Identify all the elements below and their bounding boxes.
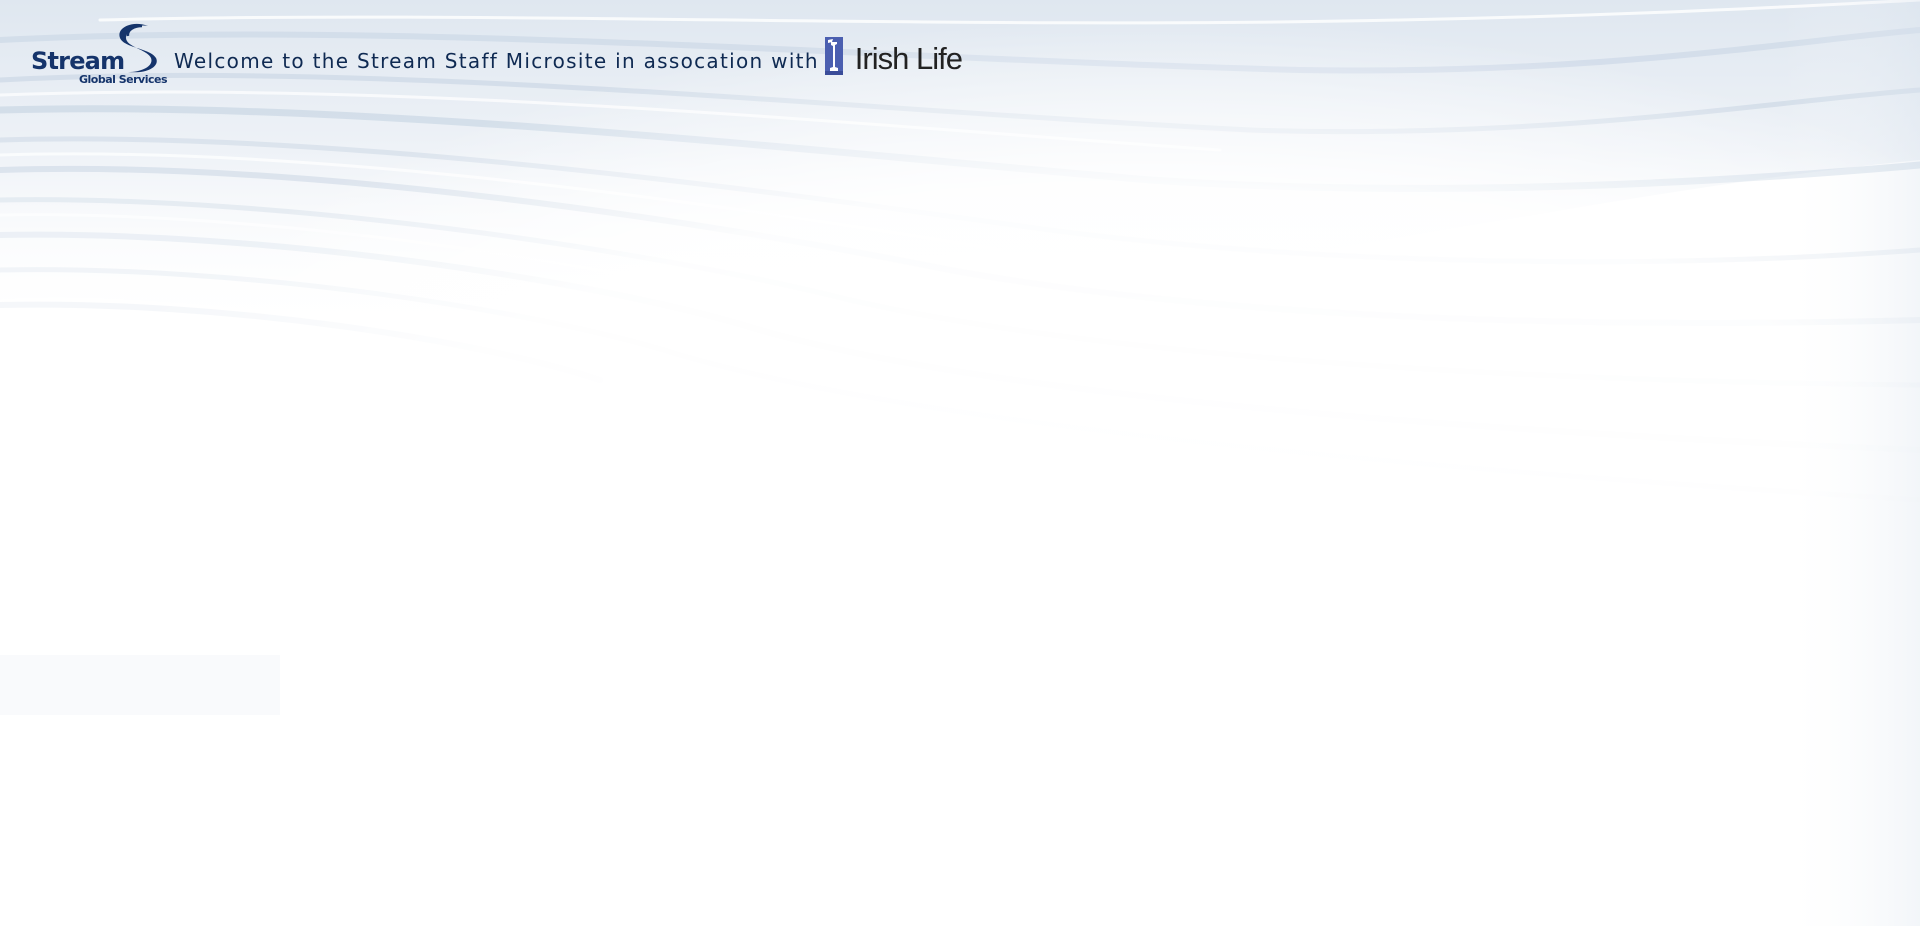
welcome-text: Welcome to the Stream Staff Microsite in… (174, 49, 819, 73)
page: Stream Global Services Welcome to the St… (0, 0, 1920, 926)
site-header: Stream Global Services Welcome to the St… (30, 20, 963, 90)
stream-logo-name: Stream (31, 47, 125, 75)
irish-life-mark-icon (824, 37, 843, 75)
background-swirl (0, 0, 1920, 926)
irish-life-logo[interactable]: Irish Life (824, 37, 963, 76)
irish-life-logo-name: Irish Life (854, 40, 963, 76)
stream-logo-subtitle: Global Services (79, 73, 168, 86)
stream-logo[interactable]: Stream Global Services (30, 22, 168, 88)
